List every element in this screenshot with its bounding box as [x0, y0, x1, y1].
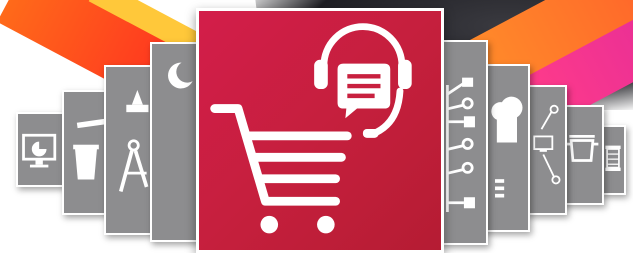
- shopping-cart-icon: [210, 104, 352, 206]
- cooking-pot-icon: [565, 135, 599, 162]
- tile-monitor-chart[interactable]: [16, 112, 66, 187]
- chat-bubble-icon: [337, 63, 391, 119]
- headset-ear-left: [314, 59, 328, 90]
- headset-ear-right: [398, 59, 412, 90]
- tile-paint-bucket[interactable]: [62, 90, 110, 215]
- moon-icon: [168, 62, 193, 89]
- monitor-chart-icon: [22, 133, 57, 168]
- banner: [0, 0, 633, 253]
- network-icon: [533, 104, 561, 185]
- cart-wheel-right-icon: [317, 215, 335, 234]
- thread-spool-icon: [605, 145, 621, 171]
- featured-tile-ecommerce-support[interactable]: [196, 8, 444, 253]
- tile-moon[interactable]: [150, 42, 202, 242]
- tile-circuit[interactable]: [438, 40, 488, 245]
- tile-drafting-compass[interactable]: [104, 65, 156, 235]
- tile-chef-hat[interactable]: [482, 64, 530, 232]
- tile-network[interactable]: [525, 85, 567, 215]
- circuit-icon: [445, 77, 475, 212]
- chef-hat-icon: [491, 96, 523, 198]
- paint-bucket-icon: [73, 118, 105, 180]
- headset-mic: [362, 129, 379, 138]
- drafting-compass-icon: [118, 90, 149, 193]
- cart-wheel-left-icon: [260, 215, 279, 234]
